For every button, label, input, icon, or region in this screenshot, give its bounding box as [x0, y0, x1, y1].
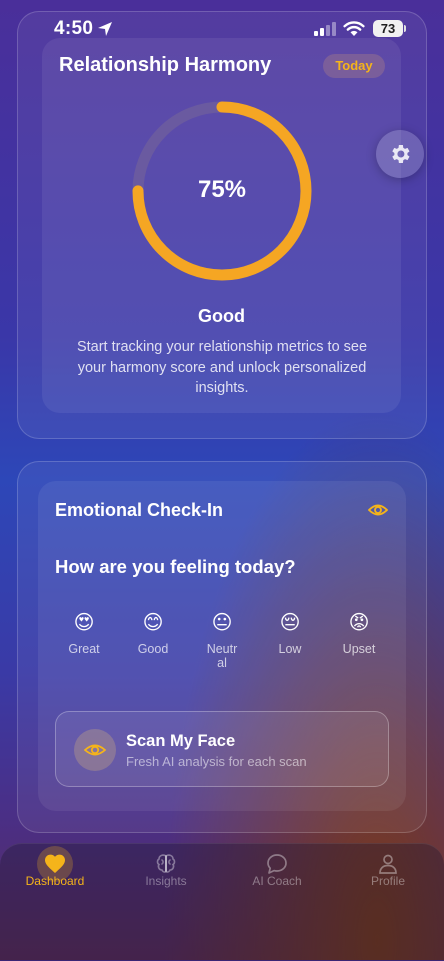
mood-label: Upset — [342, 642, 376, 656]
scan-subtitle: Fresh AI analysis for each scan — [126, 754, 307, 769]
tab-ai-coach[interactable]: AI Coach — [227, 844, 327, 904]
checkin-question: How are you feeling today? — [55, 556, 296, 577]
tab-label: Profile — [370, 874, 405, 888]
mood-option-great[interactable]: 😍 Great — [52, 610, 116, 656]
brain-icon — [156, 854, 176, 873]
tab-label: Dashboard — [25, 874, 85, 888]
harmony-status: Good — [198, 306, 245, 326]
heart-icon — [45, 854, 65, 873]
mood-emoji: 😡 — [348, 612, 370, 634]
tab-insights[interactable]: Insights — [116, 844, 216, 904]
mood-option-neutral[interactable]: 😐 Neutral — [190, 610, 254, 670]
mood-emoji: 😊 — [142, 612, 164, 634]
scan-face-button[interactable]: Scan My Face Fresh AI analysis for each … — [55, 711, 389, 787]
scan-title: Scan My Face — [126, 732, 236, 750]
mood-option-good[interactable]: 😊 Good — [121, 610, 185, 656]
harmony-percent: 75% — [197, 176, 247, 203]
scan-icon-circle — [74, 729, 116, 771]
eye-icon[interactable] — [368, 501, 388, 519]
mood-option-upset[interactable]: 😡 Upset — [327, 610, 391, 656]
harmony-title: Relationship Harmony — [59, 54, 272, 76]
mood-label: Great — [68, 642, 100, 656]
today-badge[interactable]: Today — [323, 54, 385, 78]
settings-button[interactable] — [376, 130, 424, 178]
gear-icon — [392, 145, 410, 163]
mood-option-low[interactable]: 😔 Low — [258, 610, 322, 656]
mood-label: Good — [137, 642, 169, 656]
bottom-tab-bar: Dashboard Insights AI Coach Profile — [0, 843, 444, 961]
mood-emoji: 😔 — [279, 612, 301, 634]
tab-profile[interactable]: Profile — [338, 844, 438, 904]
mood-label: Low — [278, 642, 302, 656]
mood-label: Neutral — [206, 642, 238, 670]
mood-emoji: 😐 — [211, 612, 233, 634]
eye-icon — [84, 744, 106, 756]
tab-label: AI Coach — [252, 874, 302, 888]
tab-label: Insights — [145, 874, 187, 888]
harmony-description: Start tracking your relationship metrics… — [76, 339, 368, 396]
person-icon — [379, 854, 397, 874]
chat-bubble-icon — [267, 854, 287, 874]
checkin-title: Emotional Check-In — [55, 500, 224, 520]
mood-emoji: 😍 — [73, 612, 95, 634]
tab-dashboard[interactable]: Dashboard — [5, 844, 105, 904]
